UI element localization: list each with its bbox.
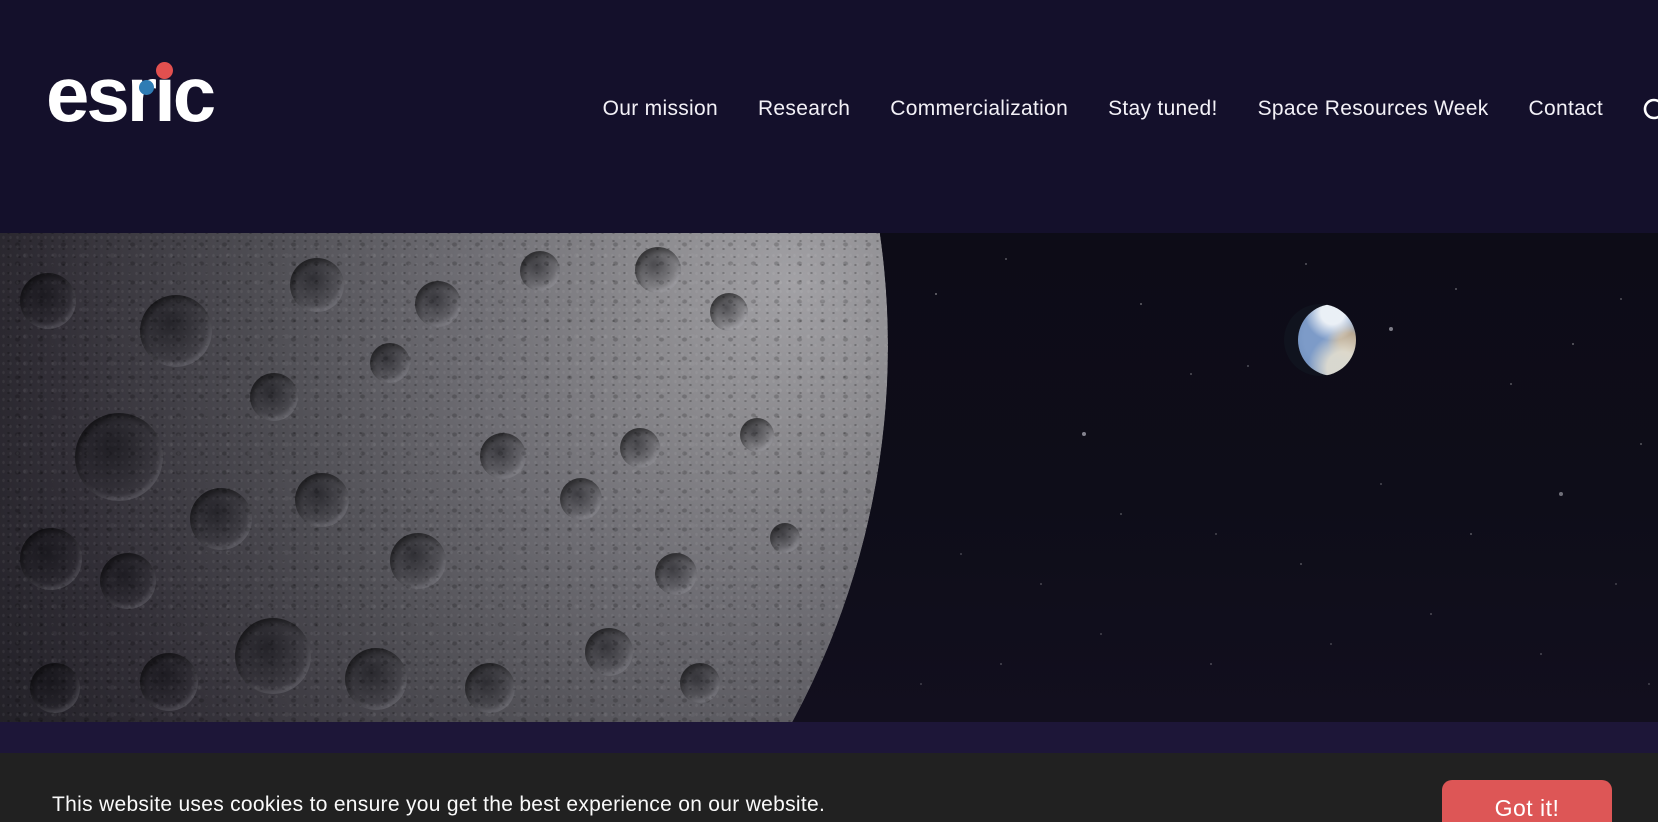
site-header: esrıc Our mission Research Commercializa… — [0, 0, 1658, 233]
page: esrıc Our mission Research Commercializa… — [0, 0, 1658, 822]
moon-image — [0, 233, 1658, 722]
earth-lit-side — [1298, 304, 1356, 376]
cookie-accept-button[interactable]: Got it! — [1442, 780, 1612, 822]
moon-crater — [620, 428, 660, 468]
moon-crater — [415, 281, 461, 327]
moon-crater — [585, 628, 633, 676]
earth-image — [1284, 304, 1356, 376]
moon-crater — [770, 523, 800, 553]
moon-crater — [290, 258, 344, 312]
section-divider — [0, 722, 1658, 753]
moon-crater — [465, 663, 515, 713]
moon-crater — [140, 295, 212, 367]
logo-text-left: esr — [46, 50, 154, 138]
logo-wordmark: esrıc — [46, 61, 213, 127]
moon-crater — [20, 273, 76, 329]
logo-blue-dot-icon — [139, 80, 154, 95]
moon-crater — [390, 533, 446, 589]
nav-item-research[interactable]: Research — [758, 97, 850, 121]
moon-crater — [20, 528, 82, 590]
moon-crater — [520, 251, 560, 291]
nav-item-our-mission[interactable]: Our mission — [603, 97, 718, 121]
moon-crater — [140, 653, 198, 711]
main-nav: Our mission Research Commercialization S… — [603, 97, 1603, 121]
moon-crater — [680, 663, 720, 703]
moon-crater — [345, 648, 407, 710]
nav-item-commercialization[interactable]: Commercialization — [890, 97, 1068, 121]
moon-crater — [480, 433, 526, 479]
hero-image — [0, 233, 1658, 722]
logo-red-dot-icon — [156, 62, 173, 79]
nav-item-stay-tuned[interactable]: Stay tuned! — [1108, 97, 1218, 121]
cookie-banner: This website uses cookies to ensure you … — [0, 753, 1658, 822]
search-icon[interactable] — [1641, 96, 1658, 130]
moon-crater — [235, 618, 311, 694]
moon-crater — [655, 553, 697, 595]
moon-crater — [100, 553, 156, 609]
cookie-message: This website uses cookies to ensure you … — [52, 793, 825, 817]
moon-crater — [250, 373, 298, 421]
moon-crater — [710, 293, 748, 331]
moon-crater — [30, 663, 80, 713]
moon-crater — [295, 473, 349, 527]
nav-item-contact[interactable]: Contact — [1529, 97, 1603, 121]
moon-crater — [560, 478, 602, 520]
moon-crater — [75, 413, 163, 501]
moon-crater — [370, 343, 410, 383]
moon-crater — [740, 418, 774, 452]
moon-crater — [635, 247, 681, 293]
logo[interactable]: esrıc — [46, 59, 216, 127]
moon-crater — [190, 488, 252, 550]
nav-item-space-resources-week[interactable]: Space Resources Week — [1258, 97, 1489, 121]
